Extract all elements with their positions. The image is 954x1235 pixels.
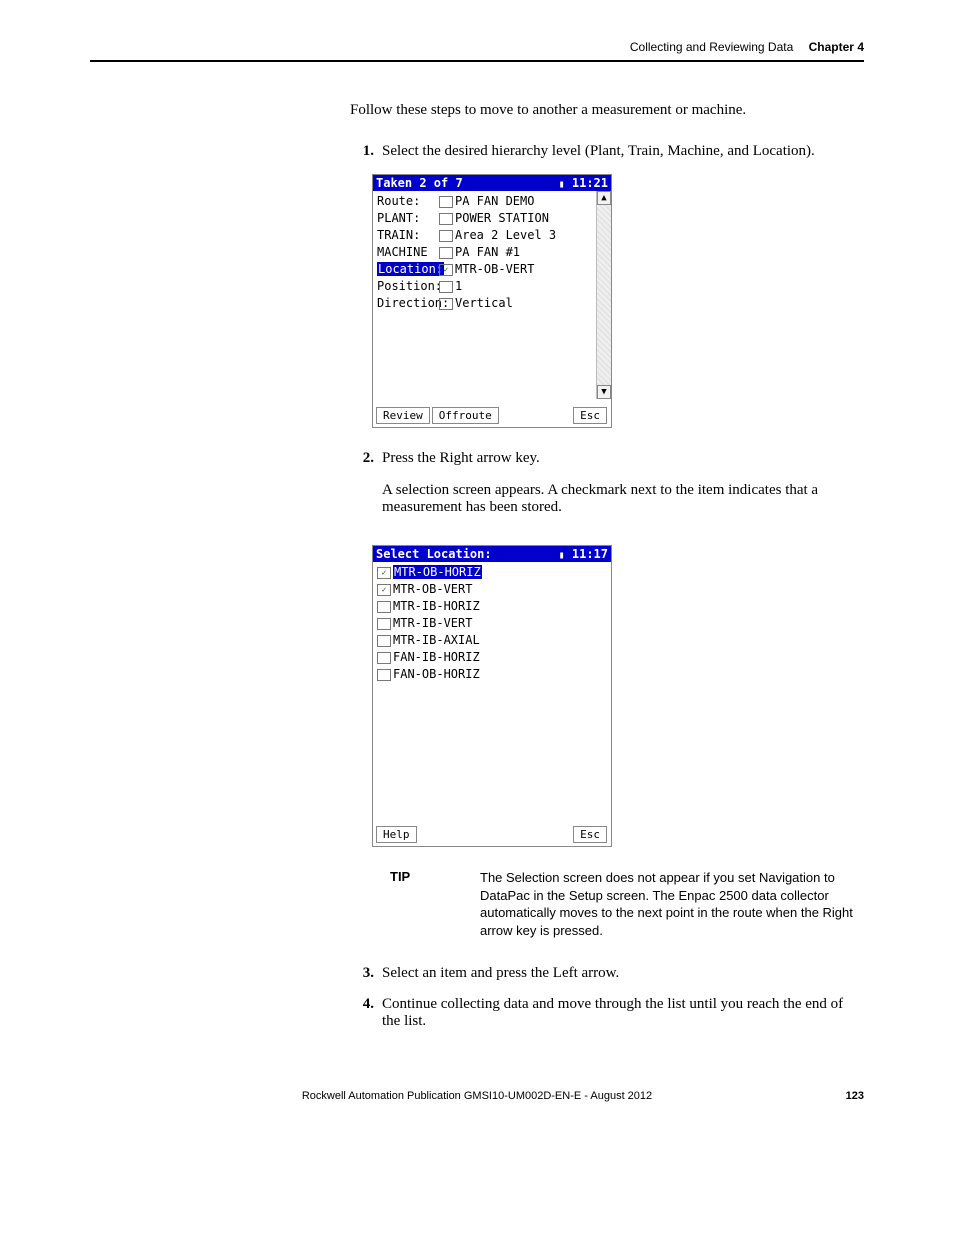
step-3-text: Select an item and press the Left arrow. [382,965,864,982]
train-value: Area 2 Level 3 [455,228,556,242]
location-value: MTR-OB-VERT [455,262,534,276]
checkbox-icon [377,635,391,647]
checkbox-checked-icon [439,264,453,276]
checkbox-icon [439,298,453,310]
location-list-item[interactable]: MTR-OB-HORIZ [377,564,607,581]
checkbox-icon [377,652,391,664]
tip-block: TIP The Selection screen does not appear… [390,869,864,939]
battery-icon: ▮ [559,550,565,561]
machine-value: PA FAN #1 [455,245,520,259]
machine-label: MACHINE [377,244,439,261]
esc-button[interactable]: Esc [573,407,607,424]
page-footer: Rockwell Automation Publication GMSI10-U… [90,1090,864,1102]
checkbox-icon [377,618,391,630]
location-item-label: MTR-IB-AXIAL [393,633,480,647]
checkbox-icon [439,213,453,225]
direction-value: Vertical [455,296,513,310]
location-list-item[interactable]: MTR-IB-AXIAL [377,632,607,649]
position-label: Position: [377,278,439,295]
device2-title: Select Location: [376,547,492,561]
location-label: Location: [377,262,444,276]
section-title: Collecting and Reviewing Data [630,40,793,54]
device-screenshot-2: Select Location: ▮ 11:17 MTR-OB-HORIZ MTR… [372,545,612,847]
scroll-up-button[interactable]: ▲ [597,191,611,205]
location-item-label: FAN-OB-HORIZ [393,667,480,681]
tip-text: The Selection screen does not appear if … [480,869,864,939]
location-item-label: MTR-IB-HORIZ [393,599,480,613]
step-1-num: 1. [350,143,374,160]
checkbox-icon [377,601,391,613]
checkbox-icon [377,669,391,681]
position-value: 1 [455,279,462,293]
checkbox-icon [439,230,453,242]
location-list-item[interactable]: FAN-OB-HORIZ [377,666,607,683]
location-item-label: FAN-IB-HORIZ [393,650,480,664]
location-item-label: MTR-OB-VERT [393,582,472,596]
offroute-button[interactable]: Offroute [432,407,499,424]
step-2-text2: A selection screen appears. A checkmark … [382,482,864,516]
plant-label: PLANT: [377,210,439,227]
esc-button[interactable]: Esc [573,826,607,843]
device1-title: Taken 2 of 7 [376,176,463,190]
route-label: Route: [377,193,439,210]
location-list-item[interactable]: MTR-IB-HORIZ [377,598,607,615]
page-header: Collecting and Reviewing Data Chapter 4 [90,40,864,62]
step-1-text: Select the desired hierarchy level (Plan… [382,143,864,160]
route-value: PA FAN DEMO [455,194,534,208]
plant-value: POWER STATION [455,211,549,225]
train-label: TRAIN: [377,227,439,244]
device2-titlebar: Select Location: ▮ 11:17 [373,546,611,562]
location-list-item[interactable]: MTR-IB-VERT [377,615,607,632]
scrollbar[interactable]: ▲ ▼ [596,191,611,399]
location-list-item[interactable]: MTR-OB-VERT [377,581,607,598]
location-item-label: MTR-OB-HORIZ [393,565,482,579]
scroll-down-button[interactable]: ▼ [597,385,611,399]
step-2-num: 2. [350,450,374,531]
step-4-num: 4. [350,996,374,1030]
location-item-label: MTR-IB-VERT [393,616,472,630]
tip-label: TIP [390,869,480,939]
intro-text: Follow these steps to move to another a … [350,102,864,119]
step-4-text: Continue collecting data and move throug… [382,996,864,1030]
review-button[interactable]: Review [376,407,430,424]
page-number: 123 [846,1090,864,1102]
device2-time: ▮ 11:17 [559,547,608,561]
step-2-text: Press the Right arrow key. [382,450,864,467]
location-list-item[interactable]: FAN-IB-HORIZ [377,649,607,666]
direction-label: Direction: [377,295,439,312]
checkbox-icon [439,196,453,208]
battery-icon: ▮ [559,179,565,190]
checkbox-icon [439,247,453,259]
publication-info: Rockwell Automation Publication GMSI10-U… [302,1090,652,1102]
step-3-num: 3. [350,965,374,982]
checkbox-icon [439,281,453,293]
device1-time: ▮ 11:21 [559,176,608,190]
chapter-label: Chapter 4 [809,40,864,54]
checkbox-checked-icon [377,567,391,579]
checkbox-checked-icon [377,584,391,596]
device-screenshot-1: Taken 2 of 7 ▮ 11:21 ▲ ▼ Route: PA FAN DE… [372,174,612,428]
help-button[interactable]: Help [376,826,417,843]
device1-titlebar: Taken 2 of 7 ▮ 11:21 [373,175,611,191]
